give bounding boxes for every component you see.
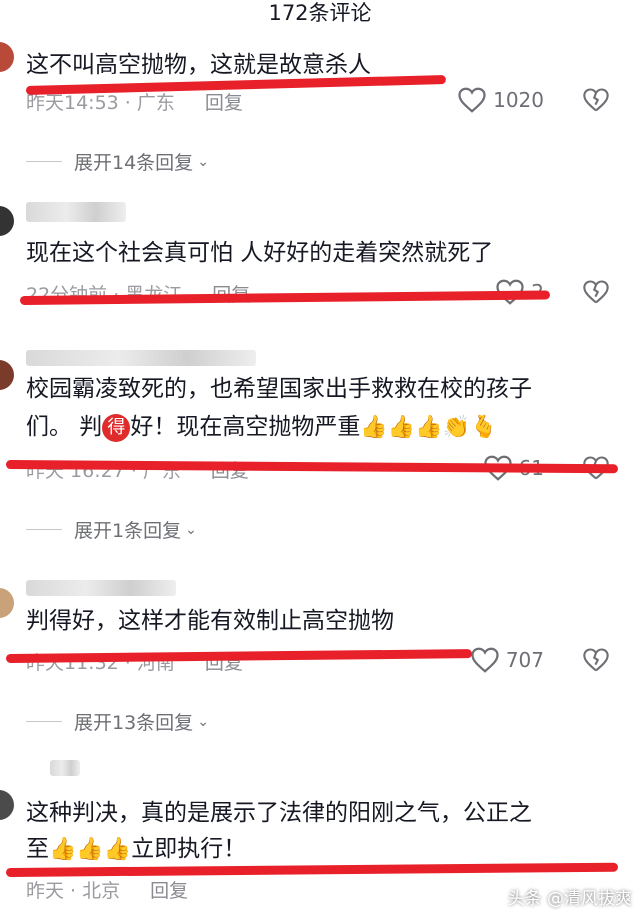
divider <box>26 161 62 162</box>
chevron-down-icon: ⌄ <box>197 153 209 170</box>
thumbs-up-emoji: 👍 <box>103 837 132 862</box>
like-button[interactable]: 1020 <box>457 86 544 114</box>
comment-text-part: 立即执行！ <box>131 836 247 862</box>
broken-heart-icon <box>582 278 610 306</box>
thumbs-up-emoji: 👍 <box>387 415 416 440</box>
expand-replies-button[interactable]: 展开1条回复 ⌄ <box>26 516 197 543</box>
dislike-button[interactable] <box>582 86 610 114</box>
expand-replies-label: 展开14条回复 <box>74 152 194 174</box>
thumbs-up-emoji: 👍 <box>360 415 388 440</box>
clap-emoji: 👏 <box>442 415 470 440</box>
avatar[interactable] <box>0 360 14 390</box>
broken-heart-icon <box>582 646 610 674</box>
username-blurred <box>26 350 256 366</box>
expand-replies-label: 展开1条回复 <box>74 520 182 542</box>
like-button[interactable]: 707 <box>470 646 544 674</box>
thumbs-up-emoji: 👍 <box>49 837 77 862</box>
username-blurred <box>50 760 80 776</box>
expand-replies-button[interactable]: 展开14条回复 ⌄ <box>26 148 209 175</box>
comment-item: 现在这个社会真可怕 人好好的走着突然就死了 22分钟前 · 黑龙江回复 2 <box>0 196 640 326</box>
comment-count-title: 172条评论 <box>268 1 372 25</box>
comment-text-part: 们。 判 <box>26 414 103 440</box>
broken-heart-icon <box>582 86 610 114</box>
comment-item: 判得好，这样才能有效制止高空抛物 昨天11:32 · 河南 回复 707 展开13… <box>0 574 640 734</box>
divider <box>26 721 62 722</box>
finger-heart-emoji: 🫰 <box>469 415 498 440</box>
comment-time-location: 昨天 · 北京 <box>26 880 121 902</box>
comment-text-line-2: 们。 判得好！现在高空抛物严重👍👍👍👏🫰 <box>26 410 622 445</box>
chevron-down-icon: ⌄ <box>185 521 197 538</box>
reply-button[interactable]: 回复 <box>150 880 188 902</box>
comment-text: 这种判决，真的是展示了法律的阳刚之气，公正之 <box>26 800 532 826</box>
divider <box>26 529 62 530</box>
reply-button[interactable]: 回复 <box>205 92 243 114</box>
heart-outline-icon <box>457 86 487 114</box>
comment-text: 判得好，这样才能有效制止高空抛物 <box>26 608 394 634</box>
username-blurred <box>26 202 126 222</box>
dislike-button[interactable] <box>582 278 610 306</box>
like-count: 707 <box>505 648 544 672</box>
watermark: 头条 @清风拔爽 <box>507 889 632 909</box>
comment-text-part: 至 <box>26 836 49 862</box>
dislike-button[interactable] <box>582 646 610 674</box>
expand-replies-button[interactable]: 展开13条回复 ⌄ <box>26 708 209 735</box>
username-blurred <box>26 580 176 596</box>
avatar[interactable] <box>0 790 14 820</box>
like-count: 1020 <box>493 88 544 112</box>
expand-replies-label: 展开13条回复 <box>74 712 194 734</box>
thumbs-up-emoji: 👍 <box>76 837 104 862</box>
avatar[interactable] <box>0 42 14 72</box>
heart-outline-icon <box>470 646 500 674</box>
thumbs-up-emoji: 👍 <box>415 415 443 440</box>
comment-item: 这不叫高空抛物，这就是故意杀人 昨天14:53 · 广东 回复 1020 展开14… <box>0 30 640 190</box>
chevron-down-icon: ⌄ <box>197 713 209 730</box>
avatar[interactable] <box>0 588 14 618</box>
de-emoji-badge: 得 <box>102 413 131 442</box>
comment-text-part: 好！现在高空抛物严重 <box>130 414 361 440</box>
comment-text-line-2: 至👍👍👍立即执行！ <box>26 832 622 867</box>
comment-time-location: 昨天14:53 · 广东 <box>26 92 175 114</box>
comment-text: 校园霸凌致死的，也希望国家出手救救在校的孩子 <box>26 376 532 402</box>
avatar[interactable] <box>0 206 14 236</box>
comment-text: 现在这个社会真可怕 人好好的走着突然就死了 <box>26 240 494 266</box>
comment-item: 校园霸凌致死的，也希望国家出手救救在校的孩子 们。 判得好！现在高空抛物严重👍👍… <box>0 348 640 548</box>
comment-meta: 昨天 · 北京 回复 <box>26 876 188 903</box>
